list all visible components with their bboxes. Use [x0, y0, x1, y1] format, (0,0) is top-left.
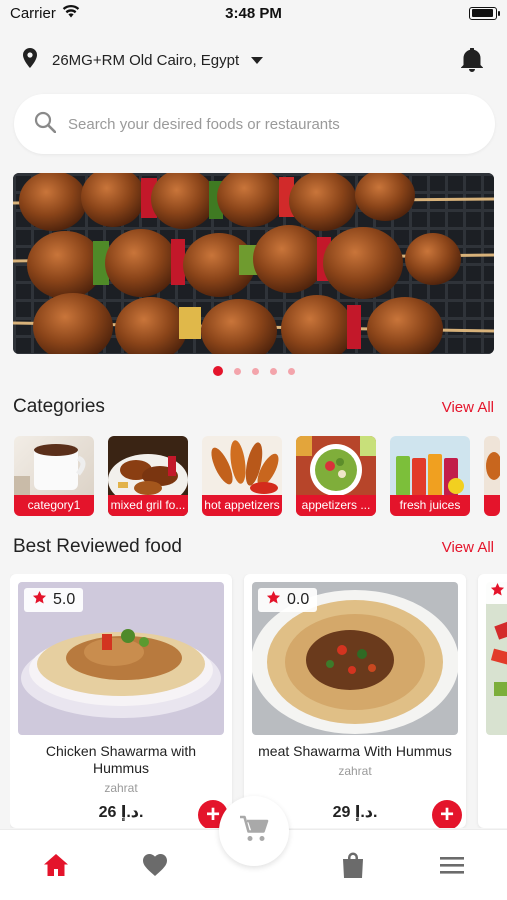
search-icon — [34, 111, 57, 138]
categories-list: category1 mixed gril fo... hot appetizer… — [14, 436, 507, 516]
status-bar: Carrier 3:48 PM — [0, 0, 507, 26]
category-item[interactable]: fresh juices — [390, 436, 470, 516]
cart-button[interactable] — [219, 796, 289, 866]
location-text[interactable]: 26MG+RM Old Cairo, Egypt — [52, 52, 239, 69]
pagination-dot[interactable] — [269, 367, 277, 375]
category-label: appetizers ... — [296, 495, 376, 516]
best-reviewed-header: Best Reviewed food View All — [13, 536, 494, 558]
category-label: category1 — [14, 495, 94, 516]
menu-icon — [439, 855, 465, 880]
categories-header: Categories View All — [13, 396, 494, 418]
banner-image — [13, 173, 494, 354]
food-card[interactable]: 5.0 Chicken Shawarma with Hummus zahrat … — [10, 574, 232, 828]
food-card-partial[interactable] — [478, 574, 507, 828]
wifi-icon — [62, 4, 80, 22]
food-photo — [490, 618, 507, 696]
categories-title: Categories — [13, 396, 105, 417]
food-card[interactable]: 0.0 meat Shawarma With Hummus zahrat 29 … — [244, 574, 466, 828]
restaurant-name: zahrat — [104, 781, 138, 795]
nav-orders[interactable] — [339, 852, 367, 883]
pagination-dot[interactable] — [287, 367, 295, 375]
restaurant-name: zahrat — [338, 764, 372, 778]
pagination-dot[interactable] — [251, 367, 259, 375]
location-row: 26MG+RM Old Cairo, Egypt — [0, 40, 507, 80]
category-item[interactable]: appetizers ... — [296, 436, 376, 516]
nav-home[interactable] — [42, 853, 70, 882]
search-input[interactable] — [68, 115, 468, 133]
rating-value: 5.0 — [53, 591, 76, 608]
search-bar[interactable] — [14, 94, 495, 154]
food-image: 0.0 — [252, 582, 458, 735]
category-item[interactable]: hot appetizers — [202, 436, 282, 516]
star-icon — [32, 590, 47, 610]
bell-icon[interactable] — [461, 47, 483, 77]
food-image — [484, 580, 507, 735]
best-reviewed-list: 5.0 Chicken Shawarma with Hummus zahrat … — [10, 574, 507, 828]
promo-banner[interactable] — [13, 173, 494, 354]
category-item[interactable]: category1 — [14, 436, 94, 516]
pagination-dot[interactable] — [233, 367, 241, 375]
nav-favorites[interactable] — [141, 853, 169, 882]
plus-icon: + — [439, 801, 454, 828]
home-icon — [43, 853, 69, 882]
status-left: Carrier — [10, 4, 80, 22]
chevron-down-icon[interactable] — [251, 56, 264, 64]
rating-value: 0.0 — [287, 591, 310, 608]
food-image: 5.0 — [18, 582, 224, 735]
food-name: Chicken Shawarma with Hummus — [45, 743, 197, 776]
food-name: meat Shawarma With Hummus — [258, 743, 452, 759]
star-icon — [266, 590, 281, 610]
best-reviewed-view-all-link[interactable]: View All — [442, 539, 494, 556]
category-label: mixed gril fo... — [108, 495, 188, 516]
location-pin-icon[interactable] — [22, 47, 38, 73]
star-icon — [490, 582, 505, 602]
heart-icon — [142, 853, 168, 882]
category-label — [484, 495, 500, 516]
category-label: fresh juices — [390, 495, 470, 516]
cart-icon — [239, 815, 269, 848]
categories-view-all-link[interactable]: View All — [442, 399, 494, 416]
bag-icon — [342, 852, 364, 883]
carrier-label: Carrier — [10, 4, 56, 22]
best-reviewed-title: Best Reviewed food — [13, 536, 182, 557]
battery-level — [471, 9, 494, 17]
battery-icon — [469, 6, 500, 20]
add-to-cart-button[interactable]: + — [432, 800, 462, 828]
pagination-dot[interactable] — [212, 366, 223, 376]
rating-badge — [484, 580, 507, 604]
rating-badge: 0.0 — [258, 588, 318, 612]
banner-pagination[interactable] — [0, 366, 507, 376]
rating-badge: 5.0 — [24, 588, 84, 612]
plus-icon: + — [205, 801, 220, 828]
category-item-partial[interactable] — [484, 436, 500, 516]
category-item[interactable]: mixed gril fo... — [108, 436, 188, 516]
nav-menu[interactable] — [438, 854, 466, 880]
category-label: hot appetizers — [202, 495, 282, 516]
